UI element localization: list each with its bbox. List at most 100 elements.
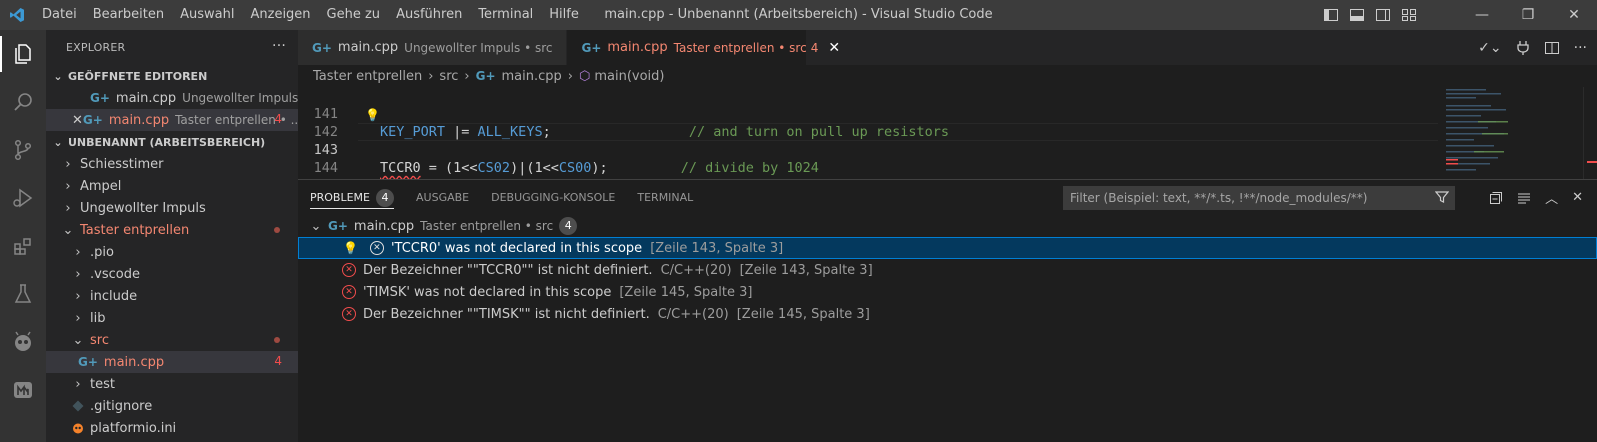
problem-row[interactable]: ✕ Der Bezeichner ""TIMSK"" ist nicht def…	[298, 303, 1597, 325]
tree-label: .gitignore	[90, 398, 153, 414]
breadcrumb-symbol[interactable]: main(void)	[594, 69, 664, 84]
open-editor-desc: Ungewollter Impuls • src	[182, 91, 298, 105]
workspace-title: UNBENANNT (ARBEITSBEREICH)	[68, 135, 266, 149]
menu-hilfe[interactable]: Hilfe	[541, 0, 587, 30]
restore-icon[interactable]: ❐	[1505, 0, 1551, 30]
code-line-145: 145 TIMSK |= 1<<TOIE0; // enable timer i…	[298, 159, 1438, 212]
extensions-icon[interactable]	[0, 222, 46, 270]
source-control-icon[interactable]	[0, 126, 46, 174]
problem-location: [Zeile 145, Spalte 3]	[619, 284, 753, 300]
menu-gehe-zu[interactable]: Gehe zu	[319, 0, 389, 30]
chevron-up-icon[interactable]: ︿	[1545, 188, 1558, 207]
more-actions-icon[interactable]: ···	[1574, 40, 1587, 56]
more-actions-icon[interactable]: ···	[272, 38, 286, 54]
menu-anzeigen[interactable]: Anzeigen	[242, 0, 318, 30]
tab-main-cpp-ungewollter-impuls[interactable]: G+ main.cpp Ungewollter Impuls • src	[298, 30, 568, 65]
problem-message: 'TIMSK' was not declared in this scope	[363, 284, 612, 300]
problem-row[interactable]: 💡 ✕ 'TCCR0' was not declared in this sco…	[298, 237, 1597, 259]
tab-ausgabe[interactable]: AUSGABE	[416, 180, 469, 215]
tab-probleme[interactable]: PROBLEME 4	[310, 180, 395, 215]
close-window-icon[interactable]: ✕	[1551, 0, 1597, 30]
tree-folder-lib[interactable]: › lib	[46, 307, 298, 329]
checkmark-icon[interactable]: ✓⌄	[1478, 40, 1501, 56]
chevron-right-icon: ›	[65, 178, 71, 194]
breadcrumb-folder[interactable]: Taster entprellen	[313, 69, 422, 84]
problems-file-group[interactable]: ⌄ G+ main.cpp Taster entprellen • src 4	[298, 215, 1597, 237]
toggle-secondary-sidebar-icon[interactable]	[1375, 7, 1391, 23]
testing-icon[interactable]	[0, 270, 46, 318]
problems-filter	[1063, 186, 1455, 210]
collapse-all-icon[interactable]	[1489, 191, 1503, 205]
tree-file-main-cpp[interactable]: G+ main.cpp 4	[46, 351, 298, 373]
explorer-icon[interactable]	[0, 30, 46, 78]
toggle-panel-icon[interactable]	[1349, 7, 1365, 23]
tab-debugging-konsole[interactable]: DEBUGGING-KONSOLE	[491, 180, 615, 215]
close-tab-icon[interactable]: ✕	[828, 40, 840, 56]
problem-count-badge: 4	[274, 354, 282, 368]
error-dot-icon	[274, 337, 280, 343]
tree-label: .vscode	[90, 266, 140, 282]
menu-ausfuehren[interactable]: Ausführen	[388, 0, 470, 30]
tree-folder-test[interactable]: › test	[46, 373, 298, 395]
minimap[interactable]	[1438, 87, 1558, 179]
search-icon[interactable]	[0, 78, 46, 126]
tab-main-cpp-taster-entprellen[interactable]: G+ main.cpp Taster entprellen • src 4 ✕	[567, 30, 840, 65]
chevron-right-icon: ›	[428, 68, 434, 84]
run-debug-icon[interactable]	[0, 174, 46, 222]
open-editors-section[interactable]: ⌄ GEÖFFNETE EDITOREN	[46, 65, 298, 87]
open-editors-title: GEÖFFNETE EDITOREN	[68, 69, 208, 83]
platformio-icon[interactable]	[0, 318, 46, 366]
code-line-143: 143 TCCR0 = (1<<CS02)|(1<<CS00); // divi…	[298, 123, 1438, 176]
tree-folder-include[interactable]: › include	[46, 285, 298, 307]
plug-icon[interactable]	[1516, 40, 1530, 56]
chevron-right-icon: ›	[75, 266, 81, 282]
close-icon[interactable]: ✕	[72, 113, 83, 128]
menu-terminal[interactable]: Terminal	[470, 0, 541, 30]
tree-file-platformio-ini[interactable]: platformio.ini	[46, 417, 298, 439]
minimize-icon[interactable]: —	[1459, 0, 1505, 30]
code-editor[interactable]: 141 KEY_PORT |= ALL_KEYS; // and turn on…	[298, 87, 1438, 212]
breadcrumb-folder[interactable]: src	[439, 69, 458, 84]
problem-row[interactable]: ✕ 'TIMSK' was not declared in this scope…	[298, 281, 1597, 303]
group-file-desc: Taster entprellen • src	[420, 219, 554, 233]
chevron-down-icon: ⌄	[72, 332, 84, 348]
vertical-scrollbar[interactable]	[1583, 87, 1597, 179]
lightbulb-icon[interactable]: 💡	[343, 241, 358, 255]
layout-controls	[1323, 0, 1417, 30]
breadcrumb-file[interactable]: main.cpp	[502, 69, 562, 84]
menu-bearbeiten[interactable]: Bearbeiten	[85, 0, 172, 30]
customize-layout-icon[interactable]	[1401, 7, 1417, 23]
tree-folder-schiesstimer[interactable]: › Schiesstimer	[46, 153, 298, 175]
code-line-142: 142 💡	[298, 105, 1438, 140]
git-file-icon	[72, 400, 86, 412]
tree-folder-ampel[interactable]: › Ampel	[46, 175, 298, 197]
error-icon: ✕	[342, 307, 356, 321]
open-editor-item-active[interactable]: ✕ G+ main.cpp Taster entprellen • ... 4	[46, 109, 298, 131]
view-as-list-icon[interactable]	[1517, 191, 1531, 205]
menu-datei[interactable]: Datei	[34, 0, 85, 30]
split-editor-icon[interactable]	[1544, 40, 1560, 56]
explorer-sidebar: EXPLORER ··· ⌄ GEÖFFNETE EDITOREN G+ mai…	[46, 30, 298, 442]
tree-folder-ungewollter-impuls[interactable]: › Ungewollter Impuls	[46, 197, 298, 219]
filter-input[interactable]	[1064, 191, 1430, 205]
tab-terminal[interactable]: TERMINAL	[637, 180, 693, 215]
tree-folder-src[interactable]: ⌄ src	[46, 329, 298, 351]
filter-icon[interactable]	[1430, 190, 1454, 207]
chevron-right-icon: ›	[75, 376, 81, 392]
open-editor-item[interactable]: G+ main.cpp Ungewollter Impuls • src	[46, 87, 298, 109]
problem-message: Der Bezeichner ""TIMSK"" ist nicht defin…	[363, 306, 650, 322]
tree-label: src	[90, 332, 109, 348]
lightbulb-icon[interactable]: 💡	[365, 106, 380, 124]
tree-label: main.cpp	[103, 354, 165, 370]
close-panel-icon[interactable]: ✕	[1572, 190, 1583, 205]
menu-auswahl[interactable]: Auswahl	[172, 0, 242, 30]
tab-label: TERMINAL	[637, 191, 694, 204]
tree-folder-vscode[interactable]: › .vscode	[46, 263, 298, 285]
tree-folder-taster-entprellen[interactable]: ⌄ Taster entprellen	[46, 219, 298, 241]
tree-folder-pio[interactable]: › .pio	[46, 241, 298, 263]
tree-file-gitignore[interactable]: .gitignore	[46, 395, 298, 417]
problem-row[interactable]: ✕ Der Bezeichner ""TCCR0"" ist nicht def…	[298, 259, 1597, 281]
workspace-section[interactable]: ⌄ UNBENANNT (ARBEITSBEREICH)	[46, 131, 298, 153]
remote-icon[interactable]	[0, 366, 46, 414]
toggle-sidebar-icon[interactable]	[1323, 7, 1339, 23]
